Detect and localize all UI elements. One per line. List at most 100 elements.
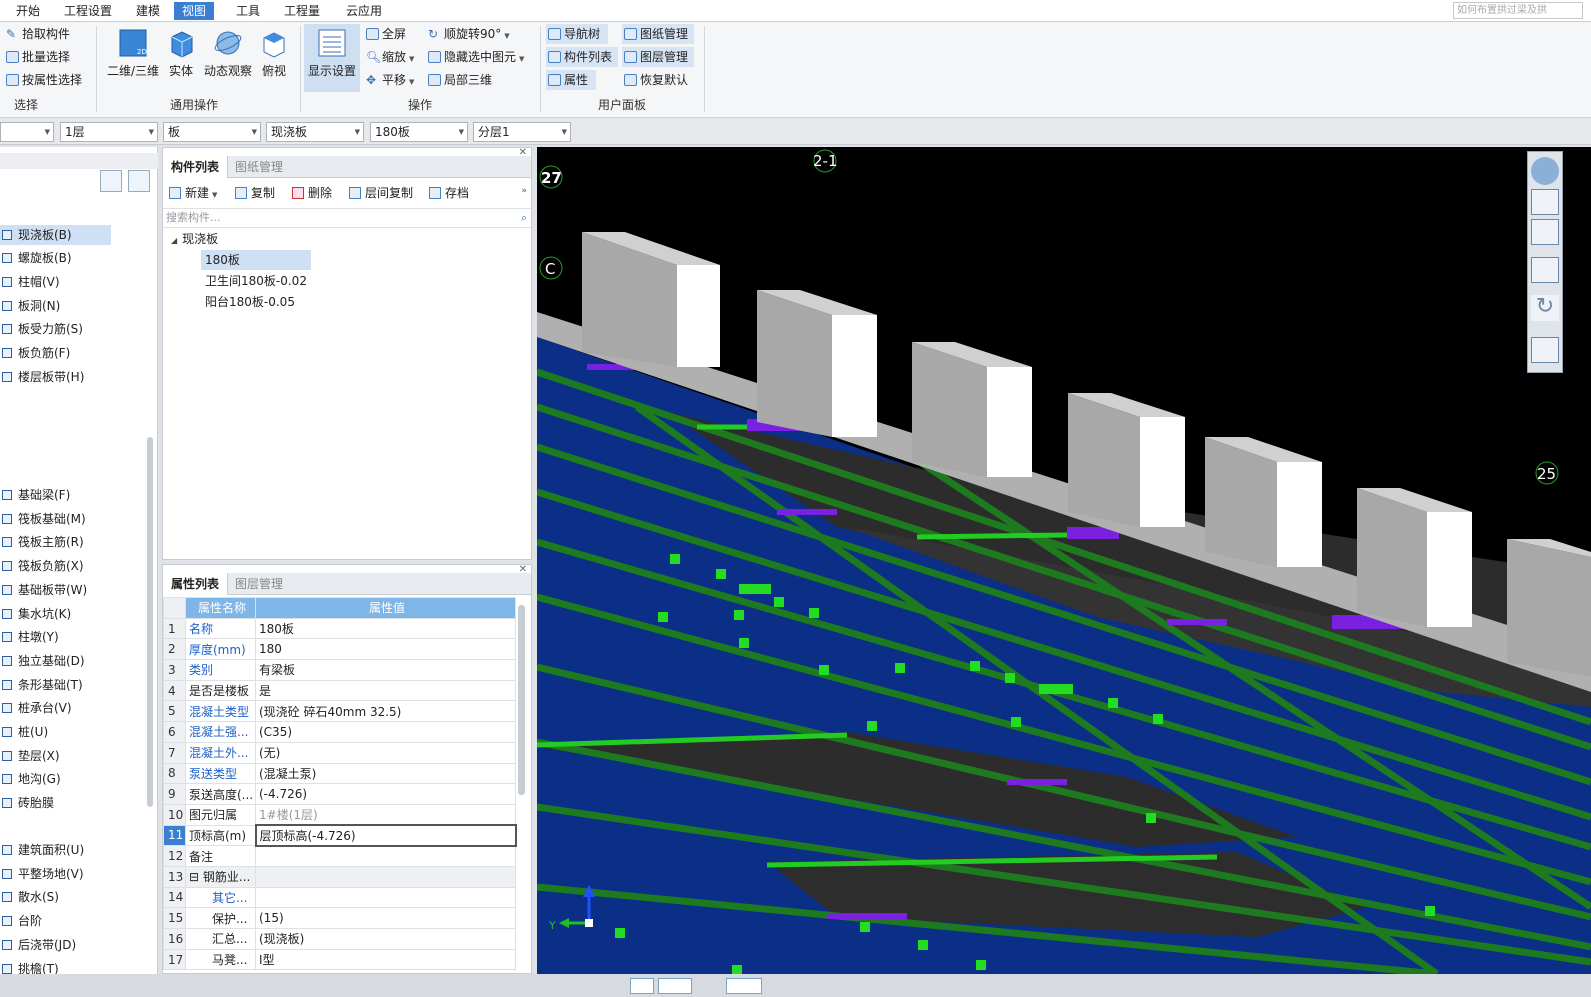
nav-item[interactable]: 桩(U) [0,722,111,742]
type-select[interactable]: 现浇板 ▼ [266,122,364,142]
status-button[interactable] [726,978,762,994]
table-row[interactable]: 3 类别 有梁板 [163,659,516,681]
menu-view[interactable]: 视图 [174,2,215,20]
property-value[interactable]: (现浇板) [255,928,516,950]
property-value[interactable] [255,845,516,867]
nav-item-spiral-slab[interactable]: 螺旋板(B) [0,248,111,268]
table-row[interactable]: 15 保护... (15) [163,907,516,929]
table-row[interactable]: 12 备注 [163,845,516,867]
property-value[interactable]: (-4.726) [255,783,516,805]
box-view-icon[interactable] [1531,219,1559,245]
cube-view-icon[interactable] [1531,257,1559,283]
table-row[interactable]: 16 汇总... (现浇板) [163,928,516,950]
nav-item[interactable]: 桩承台(V) [0,698,111,718]
floor-select[interactable]: 1层 ▼ [60,122,158,142]
table-row[interactable]: 4 是否是楼板是 [163,679,516,702]
status-button[interactable] [658,978,692,994]
nav-item[interactable]: 基础梁(F) [0,485,111,505]
component-list-toggle[interactable]: 构件列表 [546,47,618,67]
table-row[interactable]: 2 厚度(mm) 180 [163,638,516,661]
grid-view-icon[interactable] [128,170,150,192]
nav-item[interactable]: 独立基础(D) [0,651,111,671]
3d-viewport[interactable]: 2-1 27 C 25 Y ↻ [537,147,1591,974]
nav-item[interactable]: 建筑面积(U) [0,840,111,860]
help-search-input[interactable]: 如何布置拱过梁及拱 [1453,2,1583,19]
table-row[interactable]: 6 混凝土强... (C35) [163,721,516,743]
tab-layer-mgmt[interactable]: 图层管理 [227,573,291,595]
collapse-icon[interactable]: ◢ [171,236,177,245]
table-row[interactable]: 11 顶标高(m) 层顶标高(-4.726) [163,824,517,847]
2d-view-icon[interactable] [1531,189,1559,215]
category-select[interactable]: 板 ▼ [163,122,261,142]
restore-default-button[interactable]: 恢复默认 [622,70,688,90]
table-row[interactable]: 10 图元归属 1#楼(1层) [163,803,516,826]
table-row[interactable]: 7 混凝土外... (无) [163,741,516,764]
menu-tools[interactable]: 工具 [228,2,268,20]
orbit-icon[interactable] [1531,157,1559,185]
nav-item[interactable]: 基础板带(W) [0,580,111,600]
property-value[interactable]: (无) [255,741,516,764]
property-value[interactable]: Ⅰ型 [255,948,516,971]
nav-item[interactable]: 台阶 [0,911,111,931]
property-value[interactable]: 1#楼(1层) [255,803,516,826]
rotate90-button[interactable]: ↻ 顺旋转90° ▼ [426,24,510,44]
new-button[interactable]: 新建 ▼ [167,182,217,204]
collapse-icon[interactable]: ⊟ [189,870,203,884]
drawing-mgmt-toggle[interactable]: 图纸管理 [622,24,694,44]
nav-scrollbar[interactable] [147,437,153,807]
layer-mgmt-toggle[interactable]: 图层管理 [622,47,694,67]
properties-toggle[interactable]: 属性 [546,70,596,90]
rotate-icon[interactable]: ↻ [1531,295,1559,321]
nav-item-neg-rebar[interactable]: 板负筋(F) [0,343,111,363]
tab-property-list[interactable]: 属性列表 [163,573,229,595]
component-select[interactable]: 180板 ▼ [370,122,468,142]
tree-root[interactable]: ◢ 现浇板 [171,229,218,249]
layer-select[interactable]: 分层1 ▼ [473,122,571,142]
nav-item-slab-hole[interactable]: 板洞(N) [0,296,111,316]
nav-item-cast-slab[interactable]: 现浇板(B) [0,225,111,245]
nav-item[interactable]: 后浇带(JD) [0,935,111,955]
property-value[interactable]: 有梁板 [255,659,516,681]
2d-3d-button[interactable]: 2D 二维/三维 [106,28,160,79]
component-search-input[interactable]: 搜索构件... ⌕ [163,208,531,228]
menu-project-settings[interactable]: 工程设置 [56,2,120,20]
pan-button[interactable]: ✥ 平移 ▼ [364,70,414,90]
menu-cloud[interactable]: 云应用 [338,2,390,20]
nav-tree-toggle[interactable]: 导航树 [546,24,608,44]
nav-item[interactable]: 砖胎膜 [0,793,111,813]
fullscreen-button[interactable]: 全屏 [364,24,406,44]
select-by-attr-button[interactable]: 按属性选择 [4,70,82,90]
nav-item[interactable]: 柱墩(Y) [0,627,111,647]
menu-modeling[interactable]: 建模 [128,2,168,20]
nav-item[interactable]: 条形基础(T) [0,675,111,695]
pick-component-button[interactable]: ✎ 拾取构件 [4,24,70,44]
property-scrollbar[interactable] [518,605,525,795]
table-row[interactable]: 5 混凝土类型 (现浇砼 碎石40mm 32.5) [163,700,516,723]
property-value[interactable]: 180 [255,638,516,661]
menu-start[interactable]: 开始 [8,2,48,20]
layers-view-icon[interactable] [1531,337,1559,363]
nav-item[interactable]: 平整场地(V) [0,864,111,884]
floor-copy-button[interactable]: 层间复制 [347,182,413,204]
property-value[interactable] [255,865,516,888]
zoom-button[interactable]: 🔍︎ 缩放 ▼ [364,47,414,67]
property-value[interactable]: (混凝土泵) [255,762,516,785]
tree-item[interactable]: 阳台180板-0.05 [201,292,295,312]
table-row[interactable]: 17 马凳... Ⅰ型 [163,948,516,971]
property-value[interactable]: 180板 [255,617,516,640]
table-row[interactable]: 1 名称 180板 [163,617,516,640]
more-icon[interactable]: » [521,186,527,196]
property-value[interactable]: (15) [255,907,516,929]
display-settings-button[interactable]: 显示设置 [304,24,360,92]
property-value[interactable]: (现浇砼 碎石40mm 32.5) [255,700,516,723]
nav-item-floor-strip[interactable]: 楼层板带(H) [0,367,111,387]
nav-item[interactable]: 散水(S) [0,887,111,907]
nav-item[interactable]: 筏板主筋(R) [0,532,111,552]
nav-item[interactable]: 筏板基础(M) [0,509,111,529]
nav-item-slab-rebar[interactable]: 板受力筋(S) [0,319,111,339]
building-select[interactable]: ▼ [0,122,54,142]
property-value[interactable]: (C35) [255,721,516,743]
top-view-button[interactable]: 俯视 [258,28,290,79]
nav-item[interactable]: 地沟(G) [0,769,111,789]
dynamic-view-button[interactable]: 动态观察 [202,28,254,79]
